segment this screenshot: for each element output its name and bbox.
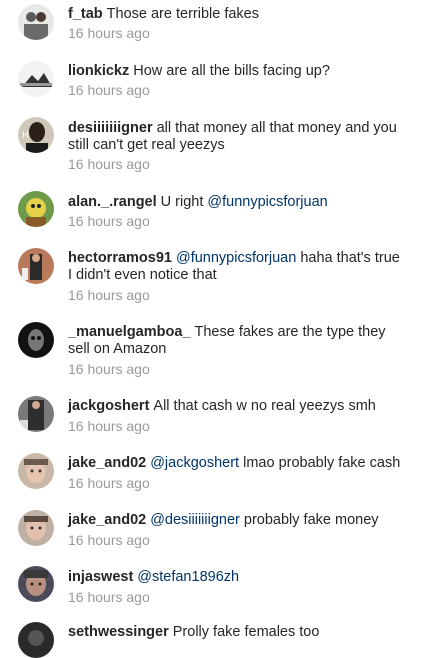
- comment-time: 16 hours ago: [68, 213, 150, 229]
- avatar[interactable]: [18, 622, 54, 658]
- comment-time: 16 hours ago: [68, 418, 150, 434]
- avatar[interactable]: [18, 453, 54, 489]
- avatar[interactable]: H: [18, 117, 54, 153]
- username-link[interactable]: jackgoshert: [68, 398, 149, 414]
- username-link[interactable]: lionkickz: [68, 63, 129, 79]
- comment-body: lionkickz How are all the bills facing up…: [68, 63, 407, 80]
- username-link[interactable]: hectorramos91: [68, 250, 172, 266]
- avatar[interactable]: [18, 566, 54, 602]
- mention-link[interactable]: @funnypicsforjuan: [176, 250, 296, 266]
- comment-time: 16 hours ago: [68, 361, 150, 377]
- username-link[interactable]: f_tab: [68, 6, 103, 22]
- username-link[interactable]: sethwessinger: [68, 624, 169, 640]
- avatar[interactable]: [18, 510, 54, 546]
- comment-text: How are all the bills facing up?: [133, 63, 330, 79]
- comment-body: sethwessinger Prolly fake females too: [68, 624, 407, 641]
- comment-time: 16 hours ago: [68, 156, 150, 172]
- comment-time: 16 hours ago: [68, 25, 150, 41]
- avatar[interactable]: [18, 61, 54, 97]
- comment-body: desiiiiiiigner all that money all that mo…: [68, 120, 407, 154]
- comment-text: All that cash w no real yeezys smh: [153, 398, 376, 414]
- comment-text: Those are terrible fakes: [106, 6, 259, 22]
- username-link[interactable]: jake_and02: [68, 455, 146, 471]
- username-link[interactable]: alan._.rangel: [68, 194, 157, 210]
- mention-link[interactable]: @funnypicsforjuan: [207, 194, 327, 210]
- comment-body: _manuelgamboa_ These fakes are the type t…: [68, 324, 407, 358]
- comment-body: hectorramos91 @funnypicsforjuan haha that…: [68, 250, 407, 284]
- avatar[interactable]: [18, 396, 54, 432]
- avatar[interactable]: [18, 4, 54, 40]
- username-link[interactable]: jake_and02: [68, 512, 146, 528]
- comment-body: jake_and02 @jackgoshert lmao probably fak…: [68, 455, 407, 472]
- comment-time: 16 hours ago: [68, 475, 150, 491]
- comment-body: jackgoshert All that cash w no real yeezy…: [68, 398, 407, 415]
- username-link[interactable]: _manuelgamboa_: [68, 324, 191, 340]
- svg-text:H: H: [22, 131, 29, 141]
- mention-link[interactable]: @jackgoshert: [150, 455, 239, 471]
- avatar[interactable]: [18, 191, 54, 227]
- comment-body: f_tab Those are terrible fakes: [68, 6, 407, 23]
- comment-time: 16 hours ago: [68, 287, 150, 303]
- comment-time: 16 hours ago: [68, 589, 150, 605]
- comment-text: Prolly fake females too: [172, 624, 320, 640]
- username-link[interactable]: desiiiiiiigner: [68, 120, 153, 136]
- username-link[interactable]: injaswest: [68, 569, 133, 585]
- comment-text: probably fake money: [243, 512, 379, 528]
- mention-link[interactable]: @stefan1896zh: [137, 569, 239, 585]
- comment-time: 16 hours ago: [68, 532, 150, 548]
- comment-body: jake_and02 @desiiiiiiigner probably fake …: [68, 512, 407, 529]
- comment-text: lmao probably fake cash: [243, 455, 401, 471]
- mention-link[interactable]: @desiiiiiiigner: [150, 512, 240, 528]
- comment-text: U right: [160, 194, 204, 210]
- avatar[interactable]: [18, 322, 54, 358]
- comment-body: injaswest @stefan1896zh: [68, 569, 407, 586]
- comment-body: alan._.rangel U right @funnypicsforjuan: [68, 194, 407, 211]
- comment-time: 16 hours ago: [68, 82, 150, 98]
- avatar[interactable]: [18, 248, 54, 284]
